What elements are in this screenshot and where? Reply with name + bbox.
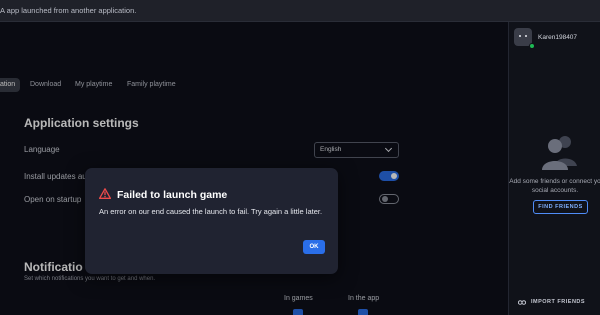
- dialog-title: Failed to launch game: [117, 189, 228, 201]
- avatar-eye: [519, 35, 521, 37]
- import-friends-label: IMPORT FRIENDS: [531, 299, 586, 305]
- notification-bar: A app launched from another application.: [0, 0, 600, 22]
- find-friends-button[interactable]: FIND FRIENDS: [533, 200, 588, 214]
- error-dialog: Failed to launch game An error on our en…: [85, 168, 338, 274]
- link-icon: [518, 300, 526, 305]
- online-status-dot: [529, 43, 535, 49]
- friends-empty-text: Add some friends or connect yo social ac…: [509, 178, 600, 194]
- friends-sidebar: Karen198407 Add some friends or connect …: [508, 22, 600, 315]
- avatar-eye: [525, 35, 527, 37]
- ok-button[interactable]: OK: [303, 240, 325, 254]
- friends-icon: [542, 136, 577, 170]
- notification-bar-text: A app launched from another application.: [0, 6, 137, 15]
- warning-triangle-icon: [99, 188, 111, 199]
- dialog-message: An error on our end caused the launch to…: [99, 207, 323, 216]
- username[interactable]: Karen198407: [538, 34, 577, 41]
